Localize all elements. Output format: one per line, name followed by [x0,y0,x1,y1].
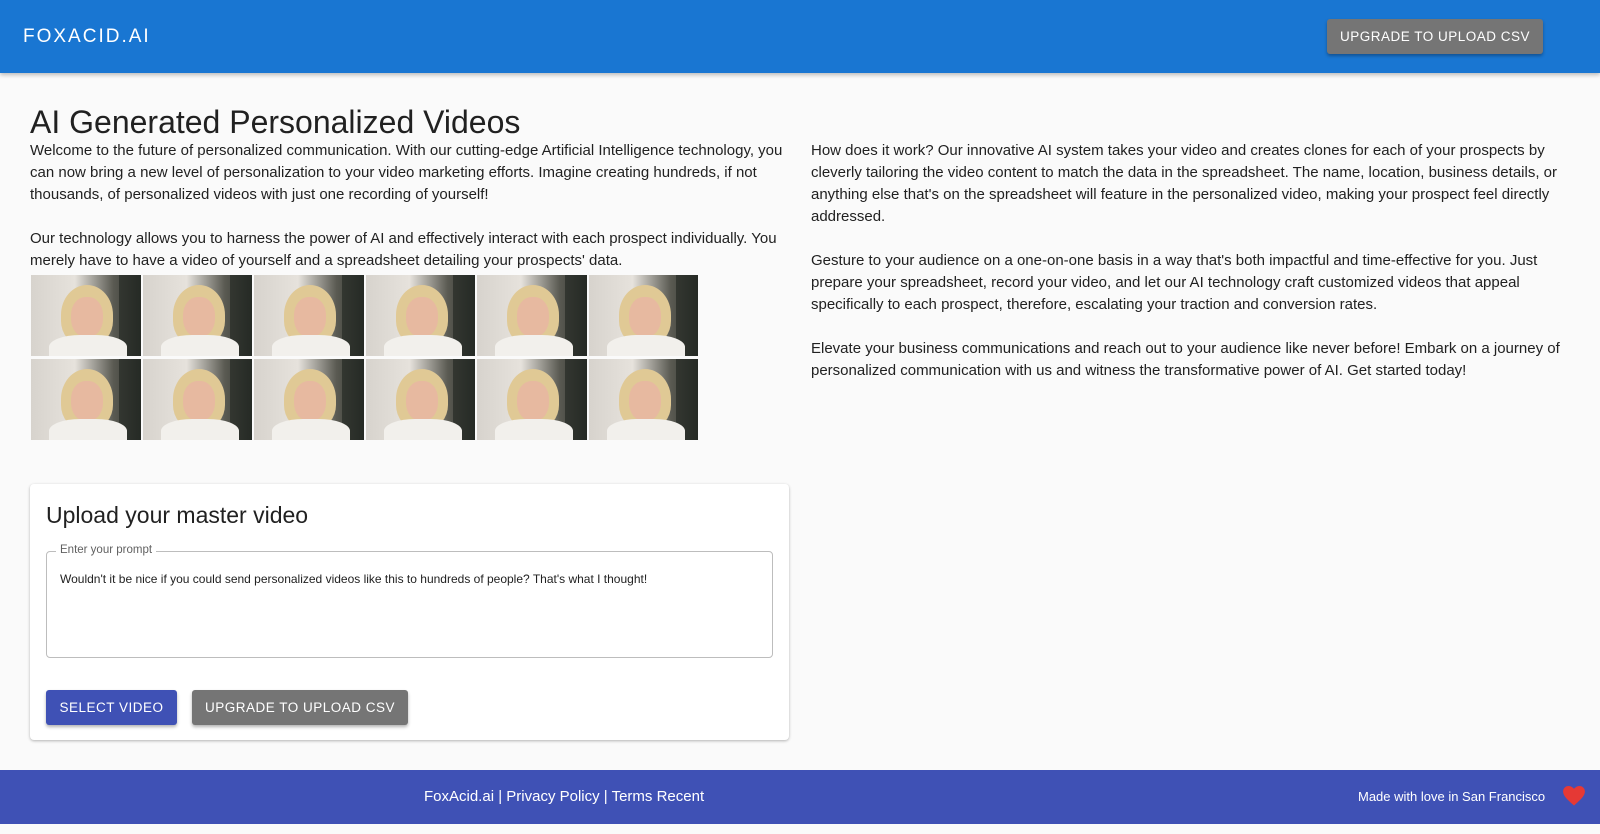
footer-separator: | [599,788,612,805]
video-thumbnail[interactable] [31,359,141,440]
upgrade-csv-button[interactable]: UPGRADE TO UPLOAD CSV [192,690,408,725]
prompt-field: Enter your prompt Wouldn't it be nice if… [46,544,773,658]
video-thumbnail[interactable] [254,275,364,356]
footer-separator: | [494,788,507,805]
sample-video-grid [31,275,701,440]
heart-icon [1563,786,1585,806]
video-thumbnail[interactable] [31,275,141,356]
intro-left-column: Welcome to the future of personalized co… [30,140,800,272]
info-paragraph: How does it work? Our innovative AI syst… [811,142,1557,225]
video-thumbnail[interactable] [365,275,475,356]
video-thumbnail[interactable] [477,359,587,440]
footer-link-privacy[interactable]: Privacy Policy [506,788,599,805]
info-paragraph: Gesture to your audience on a one-on-one… [811,252,1538,313]
video-thumbnail[interactable] [142,359,252,440]
footer-link-terms[interactable]: Terms Recent [612,788,705,805]
upload-card-title: Upload your master video [46,502,309,528]
video-thumbnail[interactable] [142,275,252,356]
intro-paragraph: Welcome to the future of personalized co… [30,142,783,203]
footer-credit: Made with love in San Francisco [1358,789,1546,804]
top-app-bar: FOXACID.AI UPGRADE TO UPLOAD CSV [0,0,1600,73]
video-thumbnail[interactable] [588,275,698,356]
info-paragraph: Elevate your business communications and… [811,340,1560,379]
page-title: AI Generated Personalized Videos [30,104,521,140]
video-thumbnail[interactable] [588,359,698,440]
intro-paragraph: Our technology allows you to harness the… [30,230,777,269]
upload-card: Upload your master video Enter your prom… [30,484,789,740]
prompt-input[interactable]: Wouldn't it be nice if you could send pe… [60,572,760,652]
prompt-label: Enter your prompt [56,544,157,556]
how-it-works-column: How does it work? Our innovative AI syst… [811,140,1571,404]
video-thumbnail[interactable] [365,359,475,440]
brand-logo[interactable]: FOXACID.AI [23,26,151,48]
header-upgrade-button[interactable]: UPGRADE TO UPLOAD CSV [1327,19,1543,54]
select-video-button[interactable]: SELECT VIDEO [46,690,177,725]
footer: FoxAcid.ai | Privacy Policy | Terms Rece… [0,770,1600,824]
footer-links: FoxAcid.ai | Privacy Policy | Terms Rece… [424,788,704,805]
footer-link-home[interactable]: FoxAcid.ai [424,788,494,805]
video-thumbnail[interactable] [254,359,364,440]
video-thumbnail[interactable] [477,275,587,356]
